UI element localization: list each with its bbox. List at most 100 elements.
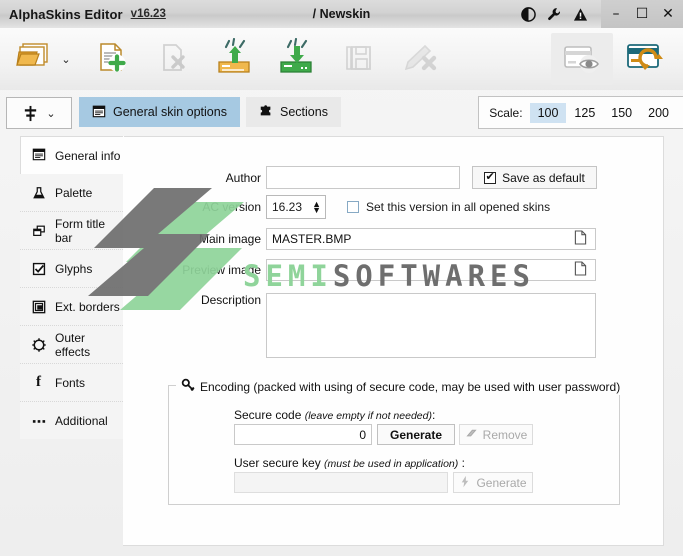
user-secure-key-label-main: User secure key bbox=[234, 456, 325, 470]
gear-outline-icon bbox=[31, 337, 46, 352]
sidebar-item-additional[interactable]: Additional bbox=[20, 402, 123, 439]
set-version-all-label: Set this version in all opened skins bbox=[366, 200, 551, 214]
signpost-icon bbox=[25, 105, 37, 121]
scale-option-200[interactable]: 200 bbox=[640, 103, 683, 123]
sidebar-item-label: Form title bar bbox=[55, 216, 106, 245]
tab-label: General skin options bbox=[113, 105, 227, 119]
close-skin-button bbox=[142, 31, 204, 87]
layout-dropdown[interactable]: ⌄ bbox=[6, 97, 72, 129]
document-browse-icon[interactable] bbox=[574, 230, 587, 248]
main-image-value: MASTER.BMP bbox=[272, 232, 352, 246]
eraser-icon bbox=[465, 427, 478, 443]
key-icon bbox=[181, 378, 195, 395]
sidebar-item-label: General info bbox=[55, 148, 121, 163]
sidebar-navigation: Palette Form title bar Glyphs Ext. borde… bbox=[20, 136, 123, 439]
maximize-button[interactable]: ☐ bbox=[629, 0, 655, 28]
secure-code-generate-button[interactable]: Generate bbox=[377, 424, 455, 445]
chevron-down-icon[interactable]: ⌄ bbox=[61, 53, 70, 66]
set-version-all-checkbox[interactable] bbox=[347, 201, 359, 213]
font-f-icon: f bbox=[36, 374, 41, 390]
scale-option-125[interactable]: 125 bbox=[566, 103, 603, 123]
main-image-row: Main image MASTER.BMP bbox=[175, 228, 605, 250]
user-secure-key-input[interactable] bbox=[234, 472, 448, 493]
scale-option-100[interactable]: 100 bbox=[529, 102, 567, 123]
title-bar-actions: – ☐ ✕ bbox=[515, 0, 683, 28]
main-image-input[interactable]: MASTER.BMP bbox=[266, 228, 596, 250]
preview-image-input[interactable] bbox=[266, 259, 596, 281]
contrast-icon[interactable] bbox=[515, 0, 541, 28]
notepad-icon bbox=[92, 104, 106, 121]
chevron-down-icon[interactable]: ⌄ bbox=[46, 107, 55, 120]
author-input[interactable] bbox=[266, 166, 460, 189]
app-version: v16.23 bbox=[130, 8, 166, 20]
tab-strip: ⌄ General skin options Sections Scale: 1… bbox=[0, 96, 683, 130]
sidebar-item-outer-effects[interactable]: Outer effects bbox=[20, 326, 123, 364]
open-skin-button[interactable]: ⌄ bbox=[6, 31, 80, 87]
notepad-icon bbox=[32, 147, 46, 164]
close-button[interactable]: ✕ bbox=[655, 0, 681, 28]
ac-version-label: AC version bbox=[202, 200, 261, 214]
save-as-default-button[interactable]: ✔ Save as default bbox=[472, 166, 597, 189]
tab-general-skin-options[interactable]: General skin options bbox=[79, 97, 240, 127]
scale-selector: Scale: 100 125 150 200 bbox=[478, 96, 683, 129]
sidebar-item-label: Palette bbox=[55, 185, 93, 200]
save-skin-button bbox=[328, 31, 390, 87]
ac-version-stepper[interactable]: 16.23 ▲ ▼ bbox=[266, 195, 326, 219]
title-bar: AlphaSkins Editor v16.23 / Newskin – ☐ ✕ bbox=[0, 0, 683, 28]
encoding-title-text: Encoding (packed with using of secure co… bbox=[200, 379, 621, 394]
refresh-skin-button[interactable] bbox=[615, 31, 677, 87]
sidebar-item-glyphs[interactable]: Glyphs bbox=[20, 250, 123, 288]
application-window: AlphaSkins Editor v16.23 / Newskin – ☐ ✕ bbox=[0, 0, 683, 556]
generate-label: Generate bbox=[476, 475, 527, 490]
new-skin-button[interactable] bbox=[80, 31, 142, 87]
preview-image-row: Preview image bbox=[175, 259, 605, 281]
sidebar-item-label: Fonts bbox=[55, 375, 86, 390]
lightning-icon bbox=[459, 475, 471, 491]
sidebar-item-general-info[interactable]: General info bbox=[20, 136, 123, 174]
scale-option-150[interactable]: 150 bbox=[603, 103, 640, 123]
user-secure-key-label: User secure key (must be used in applica… bbox=[234, 456, 465, 470]
ac-version-value: 16.23 bbox=[272, 200, 303, 214]
sidebar-item-fonts[interactable]: f Fonts bbox=[20, 364, 123, 402]
remove-label: Remove bbox=[482, 427, 528, 442]
user-secure-key-label-tail: : bbox=[458, 456, 465, 470]
preview-skin-button[interactable] bbox=[549, 31, 615, 87]
document-browse-icon[interactable] bbox=[574, 261, 587, 279]
windows-stack-icon bbox=[31, 223, 46, 238]
tab-label: Sections bbox=[280, 105, 328, 119]
ac-version-row: AC version 16.23 ▲ ▼ Set this version in … bbox=[175, 195, 605, 219]
wrench-icon[interactable] bbox=[541, 0, 567, 28]
user-secure-key-label-hint: (must be used in application) bbox=[324, 458, 459, 470]
generate-label: Generate bbox=[389, 427, 443, 442]
main-toolbar: ⌄ bbox=[0, 28, 683, 90]
secure-code-remove-button: Remove bbox=[459, 424, 533, 445]
secure-code-label-hint: (leave empty if not needed) bbox=[304, 410, 432, 422]
export-skin-button[interactable] bbox=[204, 31, 266, 87]
import-skin-button[interactable] bbox=[266, 31, 328, 87]
checkbox-icon bbox=[31, 261, 46, 276]
warning-icon[interactable] bbox=[567, 0, 593, 28]
secure-code-label: Secure code (leave empty if not needed): bbox=[234, 408, 435, 422]
stepper-arrows-icon[interactable]: ▲ ▼ bbox=[312, 200, 321, 215]
minimize-button[interactable]: – bbox=[603, 0, 629, 28]
main-image-label: Main image bbox=[198, 232, 261, 246]
scale-label: Scale: bbox=[489, 105, 523, 120]
encoding-group-title: Encoding (packed with using of secure co… bbox=[176, 378, 626, 395]
save-as-default-label: Save as default bbox=[502, 170, 585, 185]
window-controls: – ☐ ✕ bbox=[601, 0, 683, 28]
description-textarea[interactable] bbox=[266, 293, 596, 358]
user-secure-key-generate-button: Generate bbox=[453, 472, 533, 493]
puzzle-piece-icon bbox=[259, 104, 273, 121]
user-secure-key-value bbox=[235, 473, 447, 479]
sidebar-item-label: Outer effects bbox=[55, 330, 91, 359]
sidebar-item-ext-borders[interactable]: Ext. borders bbox=[20, 288, 123, 326]
flask-icon bbox=[31, 185, 46, 200]
description-row: Description bbox=[175, 293, 261, 307]
ellipsis-icon bbox=[31, 413, 46, 428]
sidebar-item-form-title-bar[interactable]: Form title bar bbox=[20, 212, 123, 250]
author-label: Author bbox=[225, 170, 261, 185]
tab-sections[interactable]: Sections bbox=[246, 97, 341, 127]
description-value bbox=[267, 294, 595, 302]
sidebar-item-palette[interactable]: Palette bbox=[20, 174, 123, 212]
secure-code-input[interactable]: 0 bbox=[234, 424, 372, 445]
